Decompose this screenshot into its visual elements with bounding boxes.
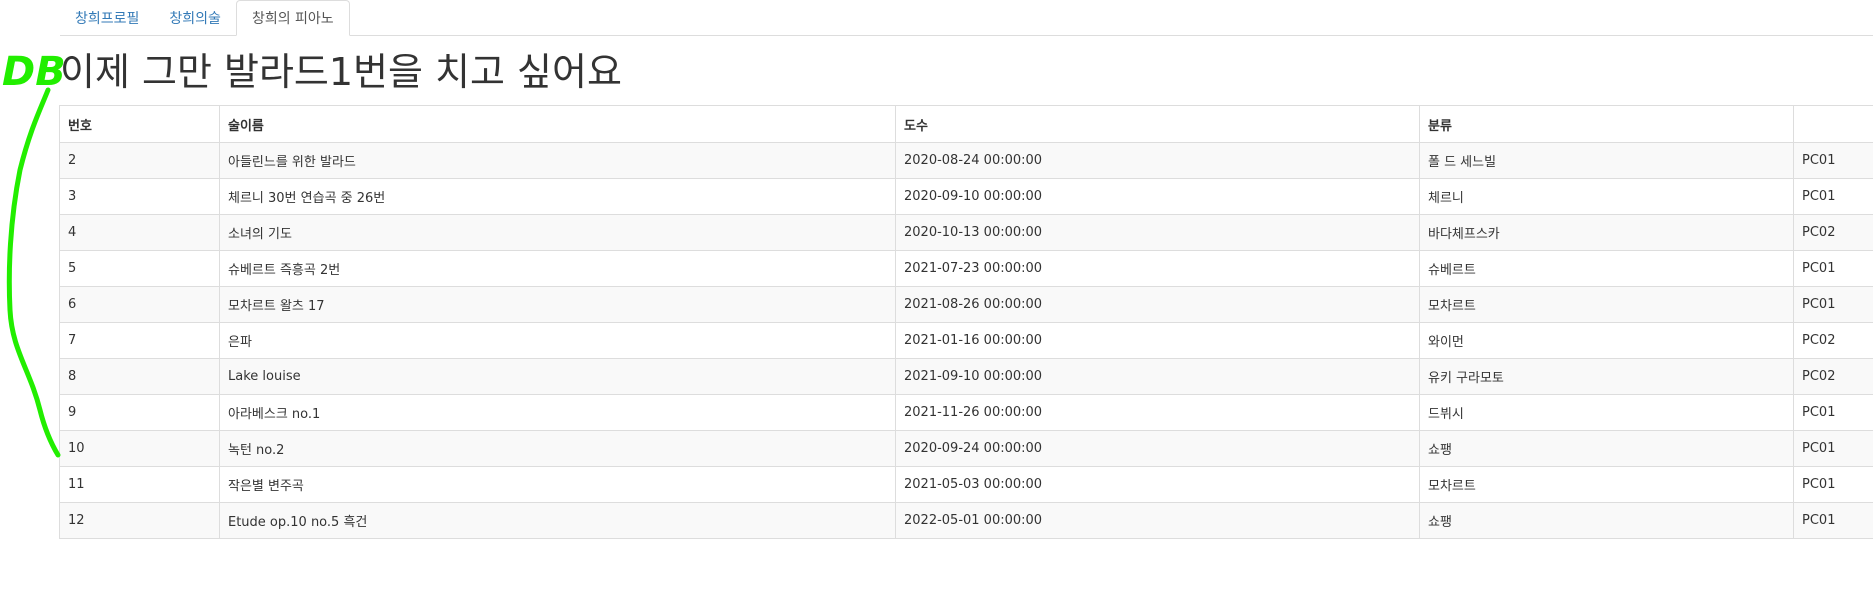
table-row[interactable]: 2 아들린느를 위한 발라드 2020-08-24 00:00:00 폴 드 세느빌 P… [59, 142, 1873, 179]
table-row[interactable]: 12 Etude op.10 no.5 흑건 2022-05-01 00:00:00… [59, 502, 1873, 539]
table-header-row: 번호 술이름 도수 분류 [59, 105, 1873, 143]
cell-code: PC01 [1793, 430, 1873, 467]
table-row[interactable]: 5 슈베르트 즉흥곡 2번 2021-07-23 00:00:00 슈베르트 PC01 [59, 250, 1873, 287]
cell-name: 아들린느를 위한 발라드 [219, 142, 896, 179]
cell-category: 폴 드 세느빌 [1419, 142, 1794, 179]
cell-number: 4 [59, 214, 220, 251]
tab-profile[interactable]: 창희프로필 [60, 1, 154, 35]
cell-number: 8 [59, 358, 220, 395]
cell-proof: 2020-09-10 00:00:00 [895, 178, 1420, 215]
cell-category: 모차르트 [1419, 466, 1794, 503]
tab-piano[interactable]: 창희의 피아노 [235, 0, 350, 36]
table-body: 2 아들린느를 위한 발라드 2020-08-24 00:00:00 폴 드 세느빌 P… [59, 142, 1873, 539]
column-header-proof[interactable]: 도수 [895, 105, 1420, 143]
cell-proof: 2020-09-24 00:00:00 [895, 430, 1420, 467]
cell-name: 소녀의 기도 [219, 214, 896, 251]
cell-code: PC01 [1793, 466, 1873, 503]
piano-table-wrapper: 번호 술이름 도수 분류 2 아들린느를 위한 발라드 2020-08-24 00:… [59, 105, 1873, 539]
cell-proof: 2020-10-13 00:00:00 [895, 214, 1420, 251]
cell-number: 10 [59, 430, 220, 467]
cell-proof: 2021-01-16 00:00:00 [895, 322, 1420, 359]
cell-proof: 2020-08-24 00:00:00 [895, 142, 1420, 179]
cell-proof: 2021-05-03 00:00:00 [895, 466, 1420, 503]
piano-table: 번호 술이름 도수 분류 2 아들린느를 위한 발라드 2020-08-24 00:… [59, 105, 1873, 539]
cell-category: 모차르트 [1419, 286, 1794, 323]
cell-category: 슈베르트 [1419, 250, 1794, 287]
cell-category: 유키 구라모토 [1419, 358, 1794, 395]
cell-code: PC01 [1793, 394, 1873, 431]
table-row[interactable]: 11 작은별 변주곡 2021-05-03 00:00:00 모차르트 PC01 [59, 466, 1873, 503]
page: 창희프로필 창희의술 창희의 피아노 이제 그만 발라드1번을 치고 싶어요 번… [0, 0, 1873, 589]
table-row[interactable]: 4 소녀의 기도 2020-10-13 00:00:00 바다체프스카 PC02 [59, 214, 1873, 251]
cell-code: PC01 [1793, 286, 1873, 323]
cell-category: 쇼팽 [1419, 430, 1794, 467]
cell-code: PC01 [1793, 142, 1873, 179]
cell-name: 모차르트 왈츠 17 [219, 286, 896, 323]
cell-category: 체르니 [1419, 178, 1794, 215]
cell-category: 쇼팽 [1419, 502, 1794, 539]
cell-number: 12 [59, 502, 220, 539]
page-title: 이제 그만 발라드1번을 치고 싶어요 [60, 50, 622, 94]
cell-code: PC02 [1793, 214, 1873, 251]
cell-number: 9 [59, 394, 220, 431]
cell-name: 슈베르트 즉흥곡 2번 [219, 250, 896, 287]
column-header-number[interactable]: 번호 [59, 105, 220, 143]
cell-proof: 2022-05-01 00:00:00 [895, 502, 1420, 539]
cell-name: Etude op.10 no.5 흑건 [219, 502, 896, 539]
cell-number: 11 [59, 466, 220, 503]
cell-number: 6 [59, 286, 220, 323]
table-row[interactable]: 3 체르니 30번 연습곡 중 26번 2020-09-10 00:00:00 체르니… [59, 178, 1873, 215]
cell-name: 아라베스크 no.1 [219, 394, 896, 431]
column-header-name[interactable]: 술이름 [219, 105, 896, 143]
column-header-code[interactable] [1793, 105, 1873, 143]
cell-name: 체르니 30번 연습곡 중 26번 [219, 178, 896, 215]
db-annotation-label: DB [2, 50, 66, 95]
cell-code: PC01 [1793, 502, 1873, 539]
cell-code: PC01 [1793, 250, 1873, 287]
cell-code: PC02 [1793, 358, 1873, 395]
cell-number: 7 [59, 322, 220, 359]
table-row[interactable]: 9 아라베스크 no.1 2021-11-26 00:00:00 드뷔시 PC01 [59, 394, 1873, 431]
tab-bar: 창희프로필 창희의술 창희의 피아노 [60, 0, 1873, 36]
cell-name: 은파 [219, 322, 896, 359]
cell-number: 5 [59, 250, 220, 287]
cell-category: 바다체프스카 [1419, 214, 1794, 251]
cell-code: PC01 [1793, 178, 1873, 215]
tab-drinks[interactable]: 창희의술 [154, 1, 236, 35]
cell-category: 드뷔시 [1419, 394, 1794, 431]
cell-proof: 2021-08-26 00:00:00 [895, 286, 1420, 323]
column-header-category[interactable]: 분류 [1419, 105, 1794, 143]
cell-name: 작은별 변주곡 [219, 466, 896, 503]
cell-number: 3 [59, 178, 220, 215]
table-row[interactable]: 7 은파 2021-01-16 00:00:00 와이먼 PC02 [59, 322, 1873, 359]
cell-name: Lake louise [219, 358, 896, 395]
cell-category: 와이먼 [1419, 322, 1794, 359]
table-row[interactable]: 6 모차르트 왈츠 17 2021-08-26 00:00:00 모차르트 PC01 [59, 286, 1873, 323]
cell-code: PC02 [1793, 322, 1873, 359]
table-row[interactable]: 8 Lake louise 2021-09-10 00:00:00 유키 구라모토 PC… [59, 358, 1873, 395]
cell-proof: 2021-07-23 00:00:00 [895, 250, 1420, 287]
cell-proof: 2021-11-26 00:00:00 [895, 394, 1420, 431]
cell-proof: 2021-09-10 00:00:00 [895, 358, 1420, 395]
cell-name: 녹턴 no.2 [219, 430, 896, 467]
table-row[interactable]: 10 녹턴 no.2 2020-09-24 00:00:00 쇼팽 PC01 [59, 430, 1873, 467]
db-annotation-bracket [6, 87, 61, 458]
cell-number: 2 [59, 142, 220, 179]
